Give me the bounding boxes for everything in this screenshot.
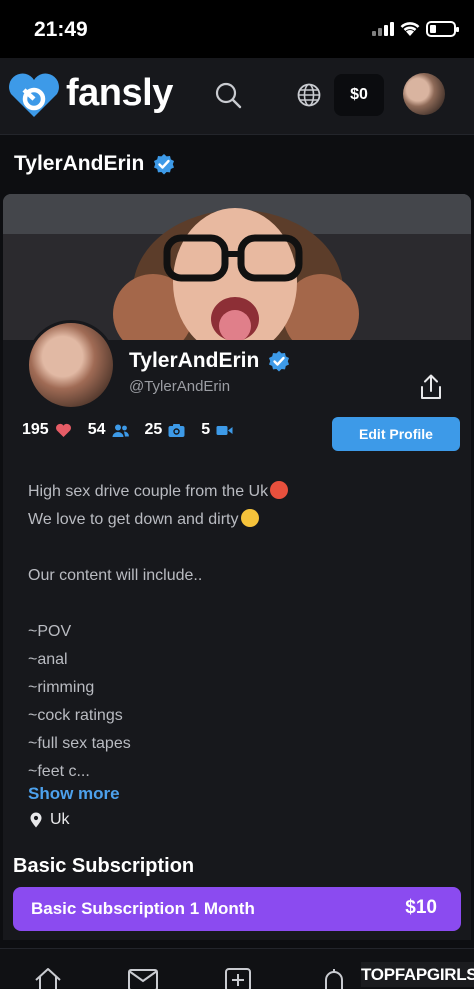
notifications-bell-icon[interactable]	[318, 967, 350, 989]
fansly-logo-icon[interactable]	[6, 72, 62, 120]
likes-count: 195	[22, 421, 49, 438]
show-more-link[interactable]: Show more	[28, 784, 120, 804]
bio-line: High sex drive couple from the Uk	[28, 478, 448, 506]
bio-line: ~full sex tapes	[28, 735, 131, 752]
winking-face-emoji-icon	[240, 509, 259, 527]
profile-stats: 195 54 25 5	[22, 421, 249, 439]
videos-stat: 5	[201, 421, 233, 439]
battery-icon	[426, 21, 459, 37]
top-nav: fansly $0	[0, 58, 474, 135]
bio-line: ~feet c...	[28, 763, 90, 780]
page-title: TylerAndErin	[14, 152, 145, 175]
globe-icon[interactable]	[296, 82, 322, 108]
bio-line: ~POV	[28, 623, 72, 640]
wifi-icon	[400, 22, 420, 36]
share-icon[interactable]	[418, 373, 444, 401]
bio-line: ~cock ratings	[28, 707, 123, 724]
photos-stat: 25	[145, 421, 186, 439]
status-time: 21:49	[34, 18, 88, 41]
profile-handle: @TylerAndErin	[129, 378, 231, 395]
bio-line	[28, 534, 448, 562]
search-icon[interactable]	[213, 80, 243, 110]
subscription-price: $10	[405, 897, 437, 918]
users-icon	[112, 424, 129, 437]
photos-count: 25	[144, 421, 163, 438]
status-bar: 21:49	[0, 0, 474, 58]
bio-line	[28, 590, 448, 618]
heart-icon	[55, 423, 71, 437]
profile-banner-image	[3, 194, 471, 340]
profile-location: Uk	[30, 811, 70, 829]
cellular-signal-icon	[372, 22, 396, 36]
followers-count: 54	[87, 421, 106, 438]
followers-stat: 54	[88, 421, 129, 439]
profile-name: TylerAndErin	[129, 349, 260, 372]
create-post-icon[interactable]	[222, 967, 254, 989]
videos-count: 5	[201, 421, 211, 438]
bio-line: ~anal	[28, 651, 68, 668]
brand-name[interactable]: fansly	[66, 72, 173, 115]
profile-avatar[interactable]	[26, 320, 116, 410]
wallet-balance-button[interactable]: $0	[334, 74, 384, 116]
location-text: Uk	[50, 811, 70, 828]
bio-line: ~rimming	[28, 679, 95, 696]
account-avatar[interactable]	[403, 73, 445, 115]
likes-stat: 195	[22, 421, 72, 439]
edit-profile-button[interactable]: Edit Profile	[332, 417, 460, 451]
location-pin-icon	[30, 812, 42, 828]
verified-badge-icon	[154, 154, 175, 175]
subscribe-button[interactable]: Basic Subscription 1 Month $10	[13, 887, 461, 931]
watermark: TOPFAPGIRLS	[361, 962, 474, 987]
bio-line: Our content will include..	[28, 567, 203, 584]
subscription-label: Basic Subscription 1 Month	[31, 899, 255, 918]
video-camera-icon	[216, 425, 233, 435]
page-title-row: TylerAndErin	[14, 148, 176, 180]
verified-badge-icon	[269, 351, 290, 372]
hot-face-emoji-icon	[270, 481, 289, 499]
messages-icon[interactable]	[127, 967, 159, 989]
subscription-heading: Basic Subscription	[13, 855, 195, 877]
profile-name-row: TylerAndErin	[129, 349, 291, 373]
profile-bio: High sex drive couple from the Uk We lov…	[28, 478, 448, 786]
bio-line: We love to get down and dirty	[28, 506, 448, 534]
camera-icon	[168, 423, 185, 437]
home-icon[interactable]	[32, 967, 64, 989]
